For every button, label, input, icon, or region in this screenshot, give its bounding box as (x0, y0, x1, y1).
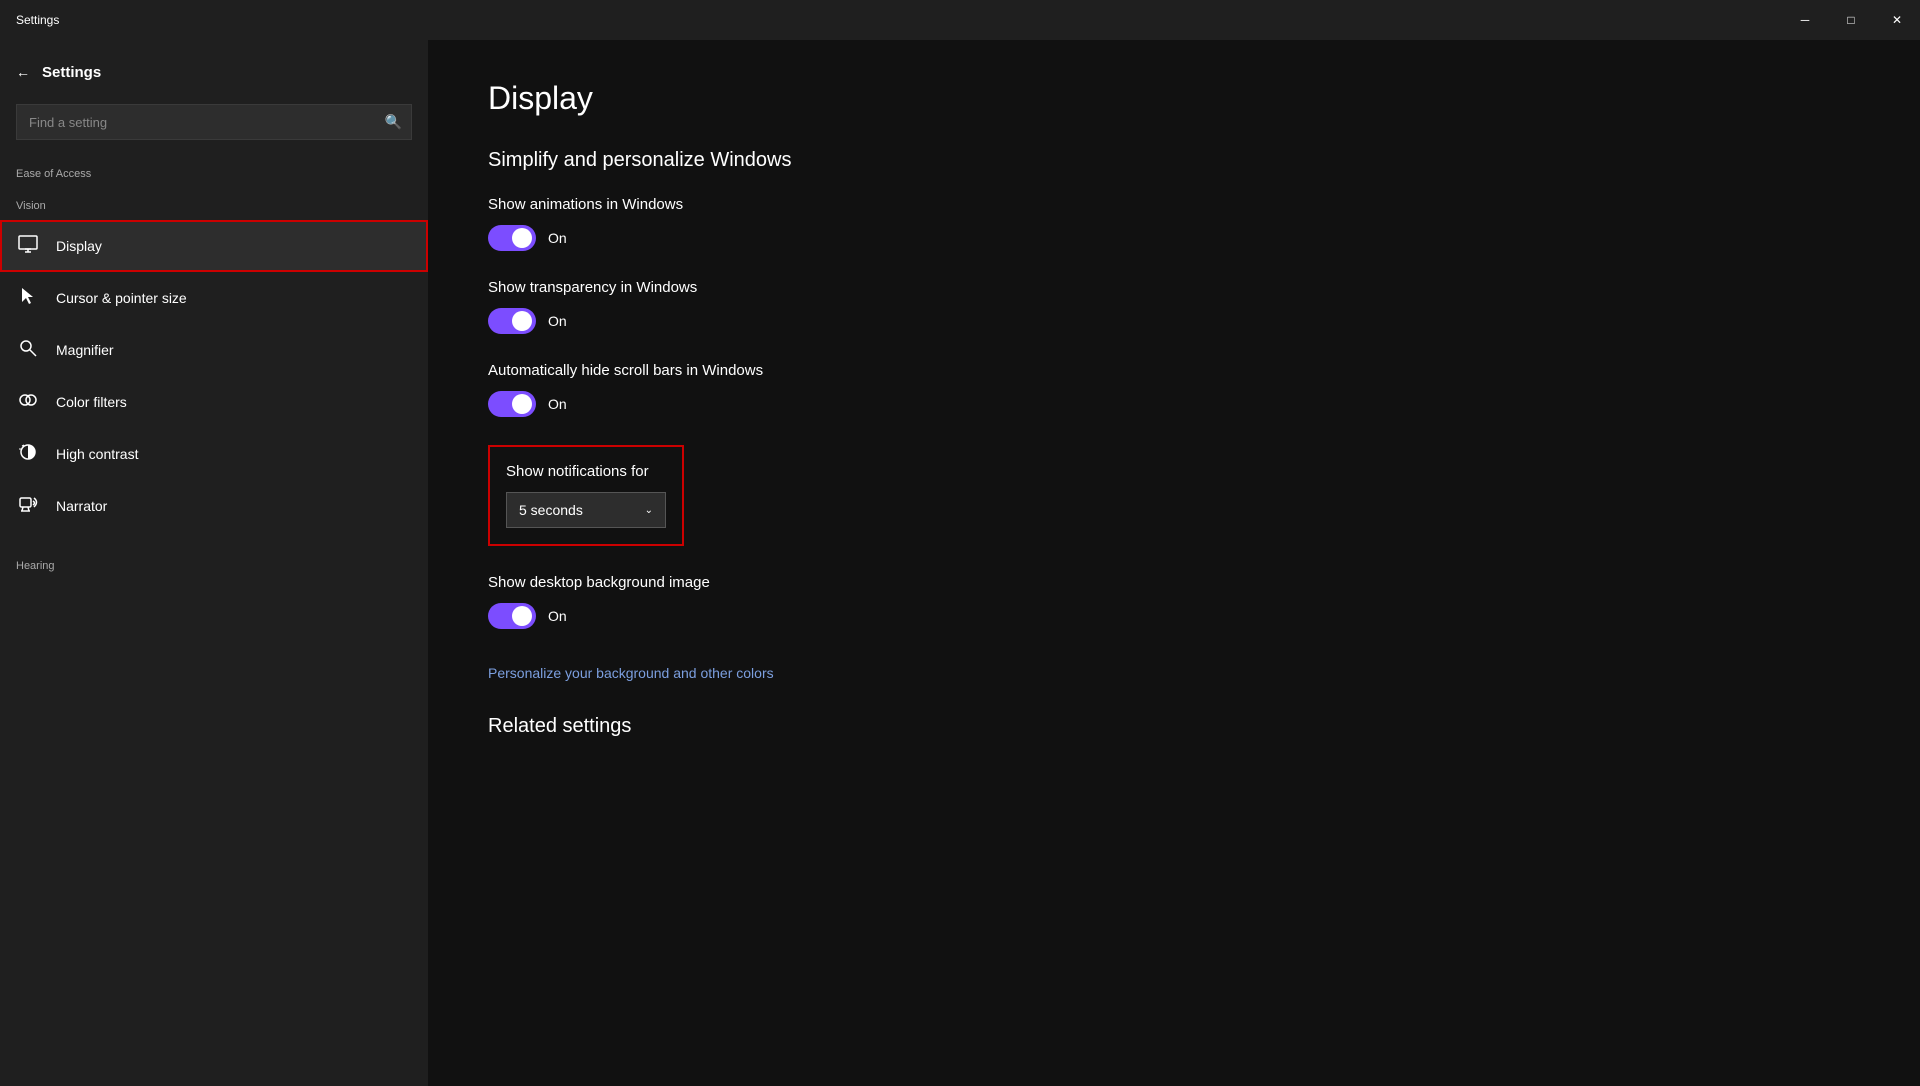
scrollbars-setting: Automatically hide scroll bars in Window… (488, 362, 1860, 417)
close-button[interactable]: ✕ (1874, 0, 1920, 40)
section-title: Simplify and personalize Windows (488, 149, 1860, 172)
sidebar-item-high-contrast-label: High contrast (56, 446, 138, 462)
back-button[interactable]: ← Settings (0, 48, 428, 96)
hearing-section-label: Hearing (0, 548, 428, 580)
scrollbars-toggle-text: On (548, 396, 567, 412)
related-settings-title: Related settings (488, 715, 1860, 738)
back-icon: ← (16, 64, 30, 80)
notifications-highlight-box: Show notifications for 5 seconds ⌄ (488, 445, 684, 546)
transparency-setting: Show transparency in Windows On (488, 279, 1860, 334)
scrollbars-toggle[interactable] (488, 391, 536, 417)
notifications-container: Show notifications for 5 seconds ⌄ (488, 445, 1860, 546)
transparency-toggle[interactable] (488, 308, 536, 334)
narrator-icon (16, 494, 40, 519)
sidebar-item-high-contrast[interactable]: High contrast (0, 428, 428, 480)
notifications-dropdown[interactable]: 5 seconds ⌄ (506, 492, 666, 528)
transparency-toggle-row: On (488, 308, 1860, 334)
sidebar-item-cursor-label: Cursor & pointer size (56, 290, 187, 306)
sidebar-search-container: 🔍 (16, 104, 412, 140)
desktop-bg-toggle-text: On (548, 608, 567, 624)
title-bar: Settings ─ □ ✕ (0, 0, 1920, 40)
sidebar-item-color-filters[interactable]: Color filters (0, 376, 428, 428)
transparency-toggle-thumb (512, 311, 532, 331)
desktop-bg-setting: Show desktop background image On (488, 574, 1860, 629)
chevron-down-icon: ⌄ (645, 505, 653, 516)
animations-toggle-thumb (512, 228, 532, 248)
personalize-link[interactable]: Personalize your background and other co… (488, 665, 774, 681)
desktop-bg-toggle-track (488, 603, 536, 629)
animations-toggle-row: On (488, 225, 1860, 251)
sidebar-item-display-label: Display (56, 238, 102, 254)
desktop-bg-toggle-thumb (512, 606, 532, 626)
animations-toggle-track (488, 225, 536, 251)
notifications-label: Show notifications for (506, 463, 666, 480)
high-contrast-icon (16, 442, 40, 467)
title-bar-controls: ─ □ ✕ (1782, 0, 1920, 40)
ease-of-access-label: Ease of Access (0, 156, 428, 188)
sidebar-item-cursor[interactable]: Cursor & pointer size (0, 272, 428, 324)
page-title: Display (488, 80, 1860, 117)
desktop-bg-label: Show desktop background image (488, 574, 1860, 591)
sidebar-app-title: Settings (42, 64, 101, 81)
magnifier-icon (16, 338, 40, 363)
scrollbars-toggle-track (488, 391, 536, 417)
display-icon (16, 234, 40, 259)
cursor-icon (16, 286, 40, 311)
transparency-toggle-track (488, 308, 536, 334)
transparency-toggle-text: On (548, 313, 567, 329)
sidebar: ← Settings 🔍 Ease of Access Vision Displ… (0, 40, 428, 1086)
animations-label: Show animations in Windows (488, 196, 1860, 213)
sidebar-item-magnifier[interactable]: Magnifier (0, 324, 428, 376)
sidebar-item-narrator[interactable]: Narrator (0, 480, 428, 532)
sidebar-item-narrator-label: Narrator (56, 498, 107, 514)
scrollbars-toggle-row: On (488, 391, 1860, 417)
animations-setting: Show animations in Windows On (488, 196, 1860, 251)
sidebar-item-color-filters-label: Color filters (56, 394, 127, 410)
animations-toggle[interactable] (488, 225, 536, 251)
color-filters-icon (16, 390, 40, 415)
search-icon: 🔍 (385, 114, 402, 131)
scrollbars-toggle-thumb (512, 394, 532, 414)
desktop-bg-toggle[interactable] (488, 603, 536, 629)
vision-section-label: Vision (0, 188, 428, 220)
search-input[interactable] (16, 104, 412, 140)
animations-toggle-text: On (548, 230, 567, 246)
desktop-bg-toggle-row: On (488, 603, 1860, 629)
title-bar-title: Settings (16, 13, 59, 27)
notifications-dropdown-value: 5 seconds (519, 502, 583, 518)
transparency-label: Show transparency in Windows (488, 279, 1860, 296)
minimize-button[interactable]: ─ (1782, 0, 1828, 40)
maximize-button[interactable]: □ (1828, 0, 1874, 40)
sidebar-item-magnifier-label: Magnifier (56, 342, 114, 358)
main-content: Display Simplify and personalize Windows… (428, 40, 1920, 1086)
title-bar-left: Settings (0, 13, 59, 27)
sidebar-item-display[interactable]: Display (0, 220, 428, 272)
scrollbars-label: Automatically hide scroll bars in Window… (488, 362, 1860, 379)
app-container: ← Settings 🔍 Ease of Access Vision Displ… (0, 40, 1920, 1086)
